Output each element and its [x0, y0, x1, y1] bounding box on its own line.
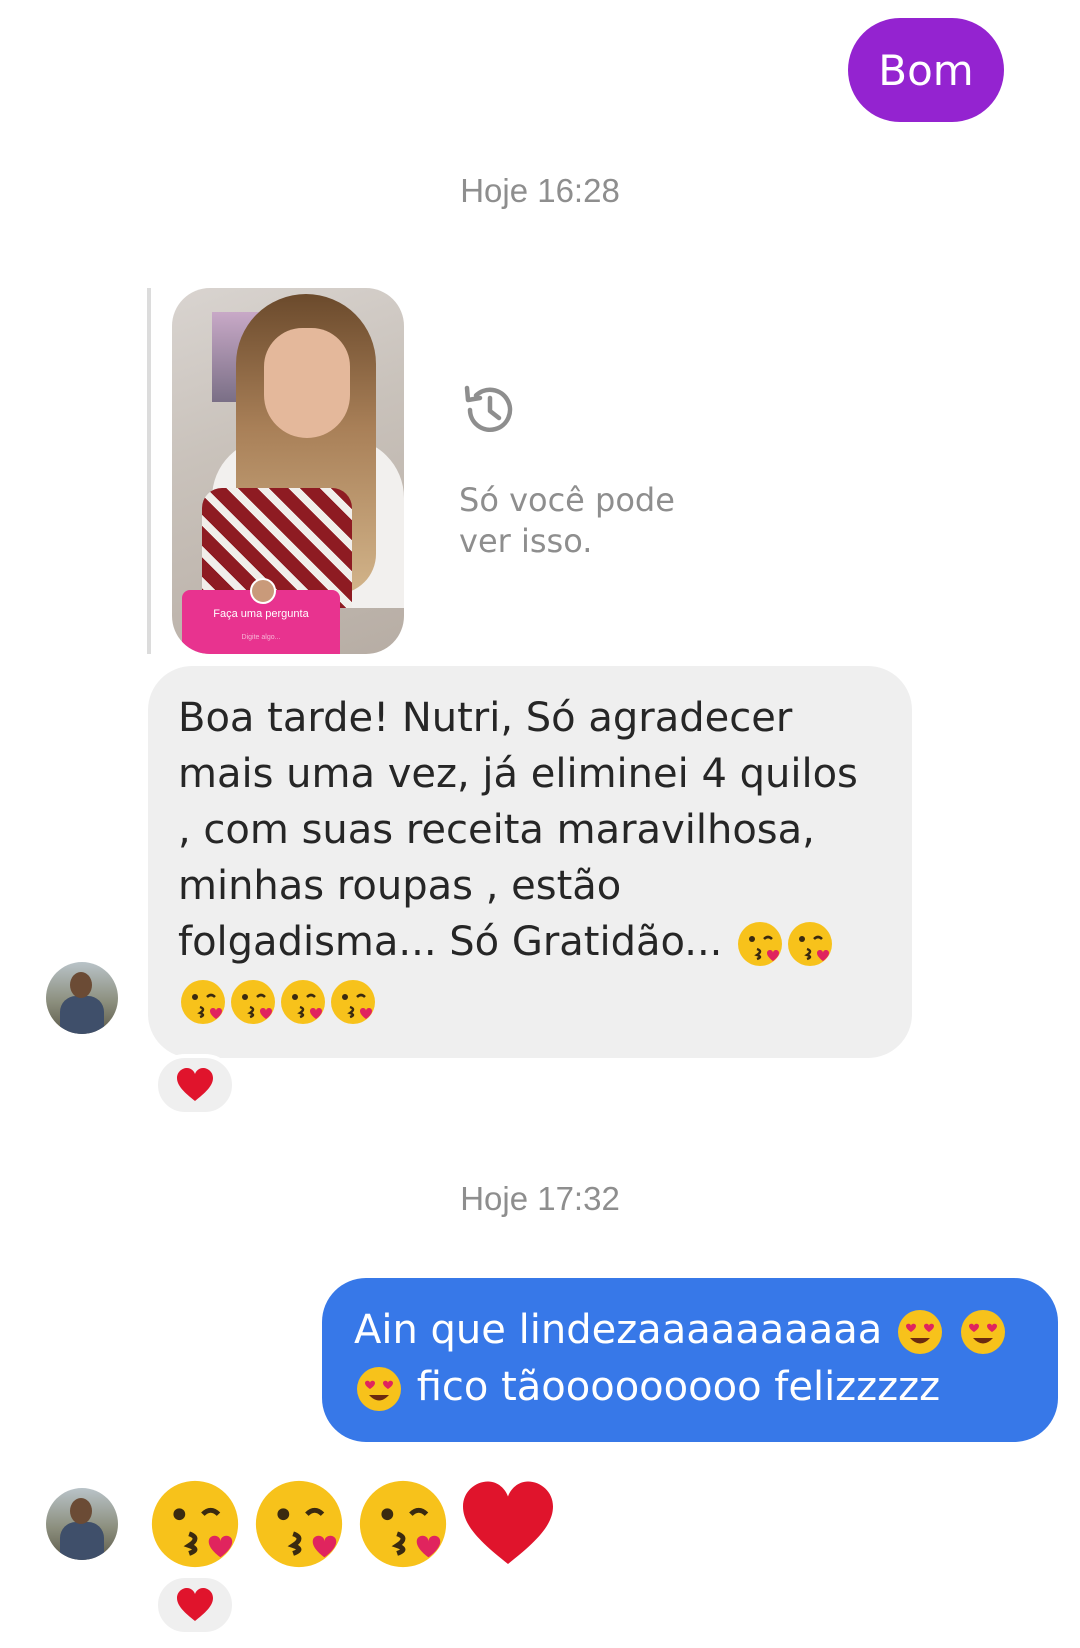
message-line-1: Ain que lindezaaaaaaaaaa [354, 1302, 1028, 1359]
red-heart-icon [177, 1588, 213, 1621]
timestamp-divider: Hoje 17:32 [460, 1180, 620, 1217]
story-reply-line [147, 288, 151, 654]
kissing-face-icon [281, 980, 325, 1024]
story-visibility-note: Só você pode ver isso. [459, 481, 675, 560]
kissing-face-icon [181, 980, 225, 1024]
message-line-2: fico tãooooooooo felizzzzz [354, 1359, 1028, 1416]
emoji-row [178, 972, 882, 1028]
message-text: fico tãooooooooo felizzzzz [416, 1364, 941, 1410]
kissing-face-icon [331, 980, 375, 1024]
story-thumbnail[interactable]: Faça uma pergunta Digite algo... [172, 288, 404, 654]
avatar-head [70, 1498, 92, 1524]
heart-eyes-face-icon [357, 1367, 401, 1411]
kissing-face-icon [788, 922, 833, 966]
avatar[interactable] [46, 1488, 118, 1560]
message-text: Bom [878, 45, 974, 95]
question-sticker: Faça uma pergunta Digite algo... [182, 578, 340, 654]
history-icon [464, 385, 513, 432]
message-text: Ain que lindezaaaaaaaaaa [354, 1307, 883, 1353]
red-heart-icon [177, 1068, 213, 1101]
avatar-head [70, 972, 92, 998]
received-emoji-message[interactable] [146, 1474, 558, 1574]
question-sticker-title: Faça uma pergunta [213, 608, 309, 620]
avatar-body [60, 1522, 104, 1560]
sent-message[interactable]: Ain que lindezaaaaaaaaaa fico tãoooooooo… [322, 1278, 1058, 1442]
kissing-face-icon [231, 980, 275, 1024]
question-sticker-avatar [250, 578, 276, 604]
sent-message-bom[interactable]: Bom [848, 18, 1004, 122]
story-face [264, 328, 350, 438]
message-reaction[interactable] [154, 1054, 236, 1116]
received-message[interactable]: Boa tarde! Nutri, Só agradecer mais uma … [148, 666, 912, 1058]
heart-eyes-face-icon [960, 1310, 1005, 1354]
kissing-face-icon [255, 1480, 343, 1568]
kissing-face-icon [359, 1480, 447, 1568]
timestamp-divider: Hoje 16:28 [460, 172, 620, 209]
avatar[interactable] [46, 962, 118, 1034]
avatar-body [60, 996, 104, 1034]
question-sticker-hint: Digite algo... [241, 634, 281, 641]
heart-eyes-face-icon [898, 1310, 943, 1354]
message-reaction[interactable] [154, 1574, 236, 1636]
red-heart-icon [463, 1481, 553, 1564]
kissing-face-icon [738, 922, 783, 966]
kissing-face-icon [151, 1480, 239, 1568]
